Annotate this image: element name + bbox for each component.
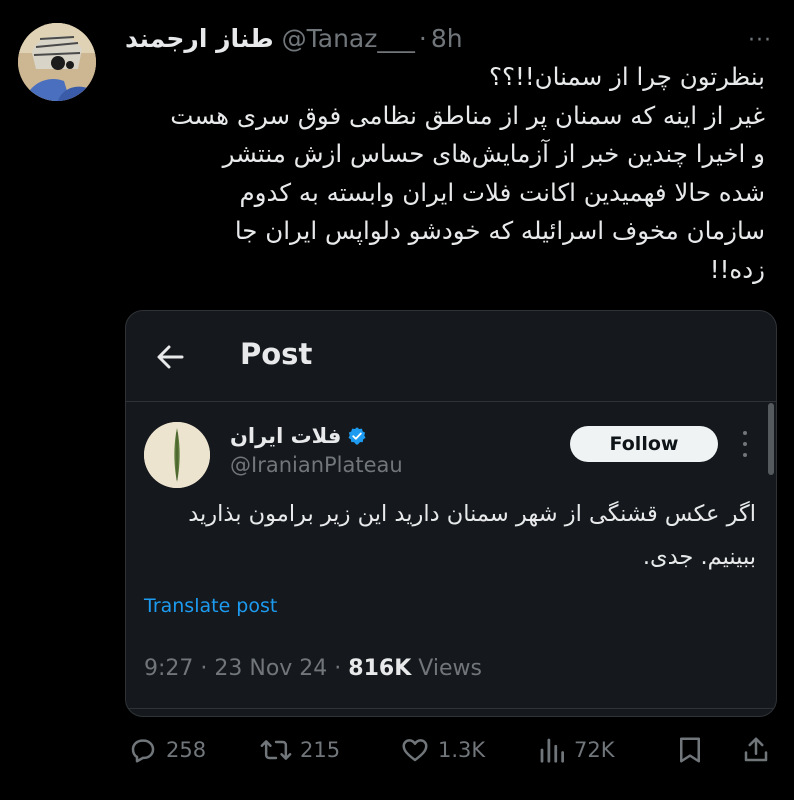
verified-badge-icon (348, 427, 366, 445)
meta-separator: · (193, 656, 215, 681)
reply-button[interactable]: 258 (128, 730, 206, 770)
follow-button[interactable]: Follow (570, 426, 718, 462)
action-bar: 258 215 1.3K 72K (0, 730, 794, 770)
meta-separator: · (327, 656, 349, 681)
like-count: 1.3K (438, 738, 486, 762)
views-chart-icon (540, 738, 564, 763)
author-handle[interactable]: @Tanaz___ (282, 24, 415, 53)
quoted-post-card[interactable]: Post فلات ایران @IranianPlateau Follow ا… (125, 310, 777, 717)
quoted-author-row: فلات ایران (230, 424, 367, 448)
repost-button[interactable]: 215 (260, 730, 340, 770)
reply-icon (131, 739, 155, 763)
views-count: 816K (348, 656, 412, 681)
bookmark-icon (680, 737, 700, 763)
header-divider (126, 401, 776, 402)
translate-post-link[interactable]: Translate post (144, 595, 277, 617)
views-count-action: 72K (574, 738, 615, 762)
repost-count: 215 (300, 738, 341, 762)
leaf-logo-icon (144, 422, 210, 488)
separator-dot: · (418, 23, 427, 53)
views-label: Views (411, 656, 482, 681)
share-button[interactable] (742, 730, 770, 770)
more-options-icon[interactable]: ··· (748, 28, 772, 53)
share-icon (744, 737, 768, 762)
card-bottom-divider (126, 708, 776, 709)
repost-icon (260, 740, 292, 760)
author-name[interactable]: طناز ارجمند (125, 24, 274, 53)
quoted-author-avatar[interactable] (144, 422, 210, 488)
author-avatar[interactable] (18, 23, 96, 101)
tweet-time[interactable]: 8h (431, 24, 463, 53)
bookmark-button[interactable] (676, 730, 704, 770)
reply-count: 258 (166, 738, 207, 762)
scrollbar[interactable] (768, 403, 774, 475)
post-header-title: Post (240, 337, 313, 371)
back-arrow-icon[interactable] (154, 341, 186, 373)
views-button[interactable]: 72K (538, 730, 615, 770)
quoted-more-options-icon[interactable] (736, 431, 754, 457)
post-date: 23 Nov 24 (214, 656, 328, 681)
post-time: 9:27 (144, 656, 194, 681)
heart-icon (402, 739, 428, 762)
tweet-header: طناز ارجمند @Tanaz___ · 8h (125, 22, 463, 54)
quoted-post-text: اگر عکس قشنگی از شهر سمنان دارید این زیر… (188, 501, 756, 570)
avatar-image (18, 23, 96, 101)
quoted-author-name[interactable]: فلات ایران (230, 424, 341, 448)
tweet-text: بنظرتون چرا از سمنان!!؟؟ غیر از اینه که … (170, 62, 765, 284)
like-button[interactable]: 1.3K (400, 730, 485, 770)
quoted-author-handle[interactable]: @IranianPlateau (230, 453, 403, 477)
post-meta: 9:27 · 23 Nov 24 · 816K Views (144, 656, 482, 681)
